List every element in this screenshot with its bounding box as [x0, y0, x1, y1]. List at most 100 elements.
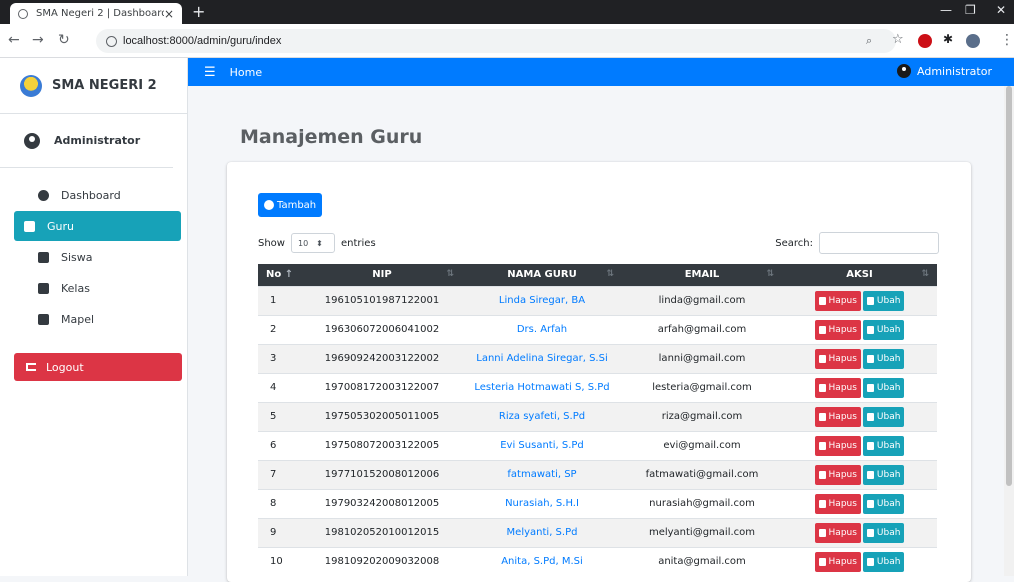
table-row: 2 196306072006041002 Drs. Arfah arfah@gmail…: [258, 314, 937, 344]
sidebar-item-mapel[interactable]: Mapel: [14, 304, 181, 334]
cell-nama-guru[interactable]: fatmawati, SP: [462, 459, 622, 489]
column-header-email[interactable]: EMAIL ⇅: [622, 264, 782, 286]
cell-nama-guru[interactable]: Melyanti, S.Pd: [462, 517, 622, 547]
sidebar-item-siswa[interactable]: Siswa: [14, 242, 181, 272]
delete-button[interactable]: Hapus: [814, 290, 861, 311]
column-header-aksi[interactable]: AKSI ⇅: [782, 264, 937, 286]
cell-email: riza@gmail.com: [622, 401, 782, 431]
edit-button[interactable]: Ubah: [862, 551, 905, 572]
cell-aksi: Hapus Ubah: [782, 430, 937, 460]
hamburger-menu-icon[interactable]: ☰: [204, 65, 216, 80]
table-row: 3 196909242003122002 Lanni Adelina Siregar…: [258, 343, 937, 373]
sidebar-item-dashboard[interactable]: Dashboard: [14, 180, 181, 210]
zoom-icon[interactable]: ⌕: [866, 34, 872, 48]
back-icon[interactable]: ←: [8, 32, 20, 48]
sidebar-item-guru[interactable]: Guru: [14, 211, 181, 241]
url-text: localhost:8000/admin/guru/index: [123, 35, 282, 47]
search-input[interactable]: [819, 232, 939, 254]
edit-label: Ubah: [876, 498, 901, 509]
book-icon: [38, 313, 49, 325]
edit-button[interactable]: Ubah: [862, 377, 905, 398]
edit-button[interactable]: Ubah: [862, 464, 905, 485]
minimize-icon[interactable]: —: [940, 3, 952, 17]
edit-icon: [866, 557, 874, 566]
browser-menu-icon[interactable]: ⋮: [1000, 32, 1014, 48]
delete-button[interactable]: Hapus: [814, 406, 861, 427]
column-header-nama-guru[interactable]: NAMA GURU ⇅: [462, 264, 622, 286]
edit-button[interactable]: Ubah: [862, 435, 905, 456]
column-header-nip[interactable]: NIP ⇅: [302, 264, 462, 286]
delete-button[interactable]: Hapus: [814, 435, 861, 456]
trash-icon: [818, 354, 826, 363]
cell-nip: 196909242003122002: [302, 343, 462, 373]
sidebar-item-kelas[interactable]: Kelas: [14, 273, 181, 303]
entries-label: entries: [340, 237, 376, 249]
book-icon: [38, 282, 49, 294]
cell-no: 8: [258, 488, 302, 518]
delete-button[interactable]: Hapus: [814, 348, 861, 369]
column-header-no[interactable]: No ↑: [258, 264, 302, 286]
sort-icon: ⇅: [766, 269, 774, 279]
edit-button[interactable]: Ubah: [862, 290, 905, 311]
table-search: Search:: [775, 232, 939, 254]
delete-button[interactable]: Hapus: [814, 493, 861, 514]
cell-nama-guru[interactable]: Riza syafeti, S.Pd: [462, 401, 622, 431]
browser-tab[interactable]: SMA Negeri 2 | Dashboard ×: [10, 3, 182, 24]
cell-no: 3: [258, 343, 302, 373]
sidebar: SMA NEGERI 2 Administrator Dashboard Gur…: [0, 58, 188, 576]
delete-button[interactable]: Hapus: [814, 319, 861, 340]
cell-aksi: Hapus Ubah: [782, 401, 937, 431]
info-icon[interactable]: [106, 35, 117, 47]
edit-button[interactable]: Ubah: [862, 493, 905, 514]
logout-button[interactable]: Logout: [14, 353, 182, 381]
cell-nama-guru[interactable]: Drs. Arfah: [462, 314, 622, 344]
tab-close-icon[interactable]: ×: [164, 7, 174, 21]
delete-button[interactable]: Hapus: [814, 551, 861, 572]
trash-icon: [818, 499, 826, 508]
cell-nip: 196306072006041002: [302, 314, 462, 344]
delete-button[interactable]: Hapus: [814, 464, 861, 485]
cell-nama-guru[interactable]: Anita, S.Pd, M.Si: [462, 546, 622, 576]
url-input[interactable]: localhost:8000/admin/guru/index: [96, 29, 896, 53]
delete-button[interactable]: Hapus: [814, 377, 861, 398]
delete-label: Hapus: [828, 295, 857, 306]
cell-no: 4: [258, 372, 302, 402]
bookmark-star-icon[interactable]: ☆: [892, 32, 904, 47]
edit-button[interactable]: Ubah: [862, 522, 905, 543]
edit-button[interactable]: Ubah: [862, 406, 905, 427]
edit-button[interactable]: Ubah: [862, 319, 905, 340]
delete-label: Hapus: [828, 527, 857, 538]
delete-button[interactable]: Hapus: [814, 522, 861, 543]
cell-nama-guru[interactable]: Evi Susanti, S.Pd: [462, 430, 622, 460]
cell-email: melyanti@gmail.com: [622, 517, 782, 547]
cell-no: 7: [258, 459, 302, 489]
cell-nama-guru[interactable]: Lanni Adelina Siregar, S.Si: [462, 343, 622, 373]
scrollbar-thumb[interactable]: [1006, 86, 1012, 486]
extensions-puzzle-icon[interactable]: ✱: [943, 32, 953, 46]
brand[interactable]: SMA NEGERI 2: [0, 58, 187, 114]
window-close-icon[interactable]: ✕: [996, 3, 1006, 17]
cell-email: fatmawati@gmail.com: [622, 459, 782, 489]
reload-icon[interactable]: ↻: [58, 32, 70, 48]
edit-label: Ubah: [876, 353, 901, 364]
nav-home-link[interactable]: Home: [230, 66, 262, 79]
page-scrollbar[interactable]: [1004, 86, 1014, 576]
cell-email: arfah@gmail.com: [622, 314, 782, 344]
user-panel[interactable]: Administrator: [0, 114, 173, 168]
add-button-label: Tambah: [277, 199, 317, 211]
select-arrows-icon: ⬍: [316, 238, 323, 248]
cell-nama-guru[interactable]: Linda Siregar, BA: [462, 285, 622, 315]
navbar-user-menu[interactable]: Administrator: [897, 64, 992, 78]
forward-icon[interactable]: →: [32, 32, 44, 48]
opera-extension-icon[interactable]: [918, 34, 932, 48]
add-guru-button[interactable]: Tambah: [258, 193, 323, 217]
profile-avatar-icon[interactable]: [966, 34, 980, 48]
edit-label: Ubah: [876, 469, 901, 480]
cell-nama-guru[interactable]: Lesteria Hotmawati S, S.Pd: [462, 372, 622, 402]
new-tab-button[interactable]: +: [192, 2, 205, 21]
entries-select[interactable]: 10 ⬍: [290, 233, 335, 253]
cell-nama-guru[interactable]: Nurasiah, S.H.I: [462, 488, 622, 518]
guru-table: No ↑ NIP ⇅ NAMA GURU ⇅ EMAIL ⇅ AKSI ⇅ 1 19610…: [258, 264, 937, 576]
restore-icon[interactable]: ❐: [965, 3, 976, 17]
edit-button[interactable]: Ubah: [862, 348, 905, 369]
